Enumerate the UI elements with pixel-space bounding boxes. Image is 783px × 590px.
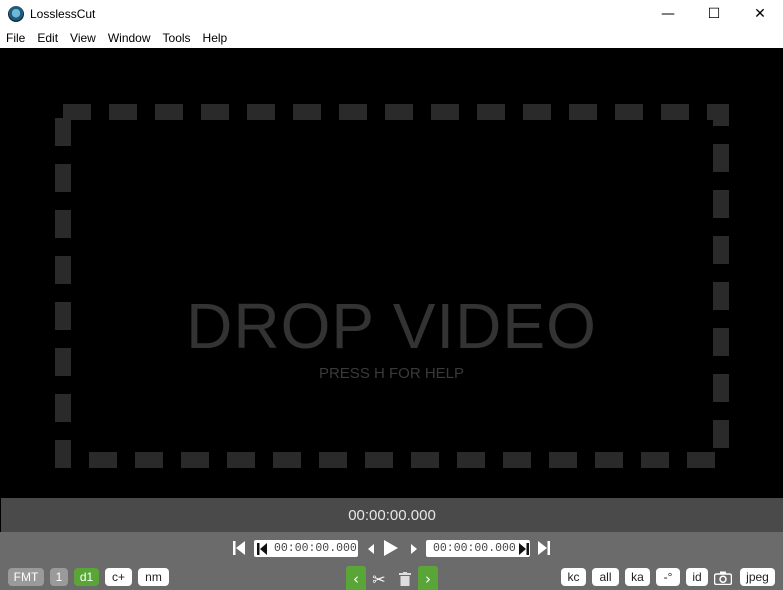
nm-button[interactable]: nm <box>138 568 169 586</box>
help-hint: PRESS H FOR HELP <box>318 365 465 382</box>
maximize-button[interactable]: ☐ <box>691 0 737 28</box>
menu-file[interactable]: File <box>0 28 31 48</box>
c-plus-button[interactable]: c+ <box>105 568 132 586</box>
menu-help[interactable]: Help <box>197 28 234 48</box>
track-count-button[interactable]: 1 <box>50 568 68 586</box>
timeline-bar[interactable]: 00:00:00.000 <box>1 498 783 532</box>
close-button[interactable]: ✕ <box>737 0 783 28</box>
menu-bar: File Edit View Window Tools Help <box>0 28 783 48</box>
chevron-left-icon: ‹ <box>353 570 359 588</box>
keyframe-cut-button[interactable]: kc <box>561 568 586 586</box>
options-row: FMT 1 d1 c+ nm ‹ ✂ › kc all ka -° id jpe… <box>0 566 783 590</box>
control-panel: 00:00:00.000 00:00:00.000 FMT 1 d1 c+ nm… <box>0 532 783 590</box>
camera-icon[interactable] <box>713 570 733 586</box>
set-cut-start-icon[interactable] <box>254 540 270 557</box>
screenshot-format-button[interactable]: jpeg <box>740 568 775 586</box>
chevron-right-icon: › <box>425 570 431 588</box>
menu-view[interactable]: View <box>64 28 102 48</box>
trash-icon[interactable] <box>398 571 412 587</box>
jump-to-start-icon[interactable] <box>232 540 246 556</box>
format-button[interactable]: FMT <box>8 568 44 586</box>
rotation-button[interactable]: -° <box>656 568 680 586</box>
menu-tools[interactable]: Tools <box>157 28 197 48</box>
next-frame-icon[interactable] <box>409 543 419 555</box>
title-bar: LosslessCut — ☐ ✕ <box>0 0 783 28</box>
include-data-button[interactable]: id <box>686 568 708 586</box>
previous-segment-button[interactable]: ‹ <box>346 566 366 590</box>
previous-frame-icon[interactable] <box>366 543 376 555</box>
drop-video-title: DROP VIDEO <box>186 290 597 362</box>
window-title: LosslessCut <box>30 7 96 21</box>
keep-all-button[interactable]: ka <box>625 568 650 586</box>
cut-end-time: 00:00:00.000 <box>433 542 516 555</box>
set-cut-end-icon[interactable] <box>519 540 530 557</box>
cut-start-time: 00:00:00.000 <box>274 542 357 555</box>
playback-row: 00:00:00.000 00:00:00.000 <box>0 535 783 559</box>
all-tracks-button[interactable]: all <box>592 568 619 586</box>
play-icon[interactable] <box>383 539 399 557</box>
drop-zone-frame <box>55 104 729 468</box>
app-logo-icon <box>8 6 24 22</box>
d1-button[interactable]: d1 <box>74 568 99 586</box>
jump-to-end-icon[interactable] <box>537 540 551 556</box>
menu-edit[interactable]: Edit <box>31 28 64 48</box>
next-segment-button[interactable]: › <box>418 566 438 590</box>
video-drop-zone[interactable]: DROP VIDEO PRESS H FOR HELP <box>0 48 783 498</box>
cut-end-time-field[interactable]: 00:00:00.000 <box>426 540 530 557</box>
window-controls: — ☐ ✕ <box>645 0 783 28</box>
cut-start-time-field[interactable]: 00:00:00.000 <box>254 540 358 557</box>
scissors-icon[interactable]: ✂ <box>370 570 388 589</box>
minimize-button[interactable]: — <box>645 0 691 28</box>
current-time: 00:00:00.000 <box>348 506 436 524</box>
menu-window[interactable]: Window <box>102 28 157 48</box>
